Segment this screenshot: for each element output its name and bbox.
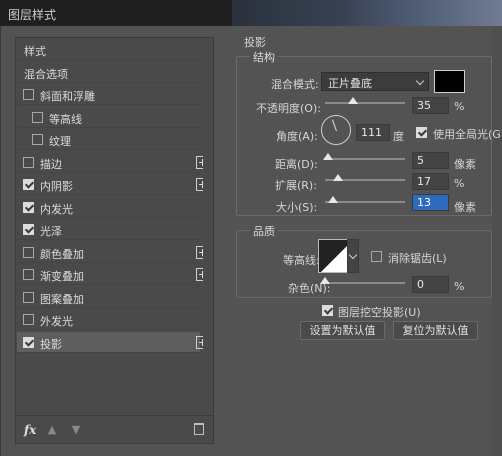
spread-slider[interactable] bbox=[325, 174, 405, 181]
noise-input[interactable]: 0 bbox=[412, 276, 449, 293]
style-item-label: 纹理 bbox=[49, 135, 71, 148]
style-item-8[interactable]: 光泽 bbox=[17, 219, 200, 240]
style-item-label: 内阴影 bbox=[40, 180, 73, 193]
antialias-checkbox[interactable] bbox=[371, 251, 382, 262]
style-item-checkbox[interactable] bbox=[23, 336, 34, 348]
style-item-label: 混合选项 bbox=[24, 67, 68, 81]
style-item-label: 图案叠加 bbox=[40, 292, 84, 306]
style-item-6[interactable]: 内阴影 bbox=[17, 174, 209, 195]
angle-label: 角度(A): bbox=[276, 130, 318, 143]
blend-mode-value: 正片叠底 bbox=[328, 77, 372, 90]
right-edge bbox=[492, 26, 502, 456]
styles-list-toolbar: fx ▲ ▼ bbox=[16, 415, 213, 443]
section-title-drop-shadow: 投影 bbox=[244, 36, 266, 49]
make-default-button[interactable]: 设置为默认值 bbox=[300, 321, 385, 340]
style-item-label: 描边 bbox=[40, 157, 62, 171]
background-window-strip bbox=[232, 0, 502, 26]
fx-menu-button[interactable]: fx bbox=[24, 423, 36, 437]
spread-label: 扩展(R): bbox=[275, 179, 317, 192]
blend-mode-select[interactable]: 正片叠底 bbox=[321, 72, 429, 91]
distance-slider-thumb[interactable] bbox=[323, 153, 333, 160]
style-item-label: 等高线 bbox=[49, 112, 82, 126]
style-item-13[interactable]: 投影 bbox=[17, 331, 209, 353]
style-item-checkbox[interactable] bbox=[23, 246, 34, 258]
reset-default-button[interactable]: 复位为默认值 bbox=[393, 321, 478, 340]
opacity-label: 不透明度(O): bbox=[256, 102, 321, 115]
noise-slider[interactable] bbox=[320, 277, 405, 284]
styles-list-panel: 样式混合选项斜面和浮雕等高线纹理描边内阴影内发光光泽颜色叠加渐变叠加图案叠加外发… bbox=[15, 37, 214, 444]
global-light-label: 使用全局光(G) bbox=[433, 128, 502, 141]
angle-dial[interactable] bbox=[321, 115, 351, 145]
style-item-checkbox[interactable] bbox=[23, 224, 34, 235]
style-item-checkbox[interactable] bbox=[23, 89, 34, 100]
style-item-2[interactable]: 斜面和浮雕 bbox=[17, 84, 200, 105]
window-title: 图层样式 bbox=[8, 8, 57, 22]
style-item-11[interactable]: 图案叠加 bbox=[17, 287, 200, 308]
quality-title: 品质 bbox=[250, 223, 278, 239]
size-label: 大小(S): bbox=[276, 201, 318, 214]
opacity-slider[interactable] bbox=[325, 97, 405, 104]
chevron-down-icon bbox=[415, 76, 425, 86]
style-item-checkbox[interactable] bbox=[23, 291, 34, 303]
angle-input[interactable]: 111 bbox=[356, 124, 390, 141]
style-item-label: 投影 bbox=[40, 337, 62, 351]
style-item-label: 外发光 bbox=[40, 315, 73, 328]
style-item-checkbox[interactable] bbox=[23, 179, 34, 190]
move-up-icon[interactable]: ▲ bbox=[46, 423, 58, 436]
style-item-9[interactable]: 颜色叠加 bbox=[17, 242, 209, 263]
trash-icon[interactable] bbox=[194, 423, 204, 435]
style-item-4[interactable]: 纹理 bbox=[17, 129, 200, 150]
style-item-label: 斜面和浮雕 bbox=[40, 90, 95, 103]
opacity-input[interactable]: 35 bbox=[412, 97, 449, 114]
opacity-unit: % bbox=[454, 100, 465, 113]
style-item-label: 渐变叠加 bbox=[40, 270, 84, 283]
style-item-1[interactable]: 混合选项 bbox=[17, 62, 200, 83]
spread-input[interactable]: 17 bbox=[412, 173, 449, 190]
style-item-12[interactable]: 外发光 bbox=[17, 309, 200, 330]
size-slider[interactable] bbox=[325, 196, 405, 203]
antialias-label: 消除锯齿(L) bbox=[388, 252, 447, 265]
size-unit: 像素 bbox=[454, 201, 476, 214]
knockout-label: 图层挖空投影(U) bbox=[338, 306, 421, 319]
distance-slider[interactable] bbox=[323, 153, 405, 160]
style-item-label: 颜色叠加 bbox=[40, 247, 84, 261]
style-item-checkbox[interactable] bbox=[23, 156, 34, 168]
move-down-icon[interactable]: ▼ bbox=[70, 423, 82, 436]
distance-input[interactable]: 5 bbox=[412, 152, 449, 169]
style-item-checkbox[interactable] bbox=[23, 314, 34, 325]
contour-label: 等高线: bbox=[283, 254, 320, 267]
contour-dropdown[interactable] bbox=[347, 239, 359, 273]
style-item-checkbox[interactable] bbox=[32, 111, 43, 123]
noise-slider-thumb[interactable] bbox=[320, 277, 330, 284]
style-item-10[interactable]: 渐变叠加 bbox=[17, 264, 209, 285]
style-item-0[interactable]: 样式 bbox=[17, 39, 200, 60]
structure-title: 结构 bbox=[250, 49, 278, 65]
angle-unit: 度 bbox=[393, 130, 404, 143]
style-item-checkbox[interactable] bbox=[23, 201, 34, 213]
style-item-checkbox[interactable] bbox=[23, 269, 34, 280]
style-item-label: 光泽 bbox=[40, 225, 62, 238]
spread-slider-thumb[interactable] bbox=[333, 174, 343, 181]
style-item-5[interactable]: 描边 bbox=[17, 152, 209, 173]
blend-mode-label: 混合模式: bbox=[271, 78, 319, 91]
opacity-slider-thumb[interactable] bbox=[348, 97, 358, 104]
distance-unit: 像素 bbox=[454, 158, 476, 171]
spread-unit: % bbox=[454, 177, 465, 190]
style-item-checkbox[interactable] bbox=[32, 134, 43, 145]
style-item-3[interactable]: 等高线 bbox=[17, 107, 200, 128]
shadow-color-swatch[interactable] bbox=[434, 70, 465, 93]
title-bar: 图层样式 bbox=[0, 0, 502, 26]
global-light-checkbox[interactable] bbox=[416, 127, 427, 138]
style-item-label: 内发光 bbox=[40, 202, 73, 216]
size-input[interactable]: 13 bbox=[412, 194, 449, 211]
style-item-label: 样式 bbox=[24, 45, 46, 58]
knockout-checkbox[interactable] bbox=[322, 305, 333, 316]
size-slider-thumb[interactable] bbox=[328, 196, 338, 203]
distance-label: 距离(D): bbox=[275, 158, 318, 171]
noise-unit: % bbox=[454, 280, 465, 293]
styles-list-scrollbar[interactable] bbox=[203, 39, 213, 406]
style-item-7[interactable]: 内发光 bbox=[17, 197, 200, 218]
